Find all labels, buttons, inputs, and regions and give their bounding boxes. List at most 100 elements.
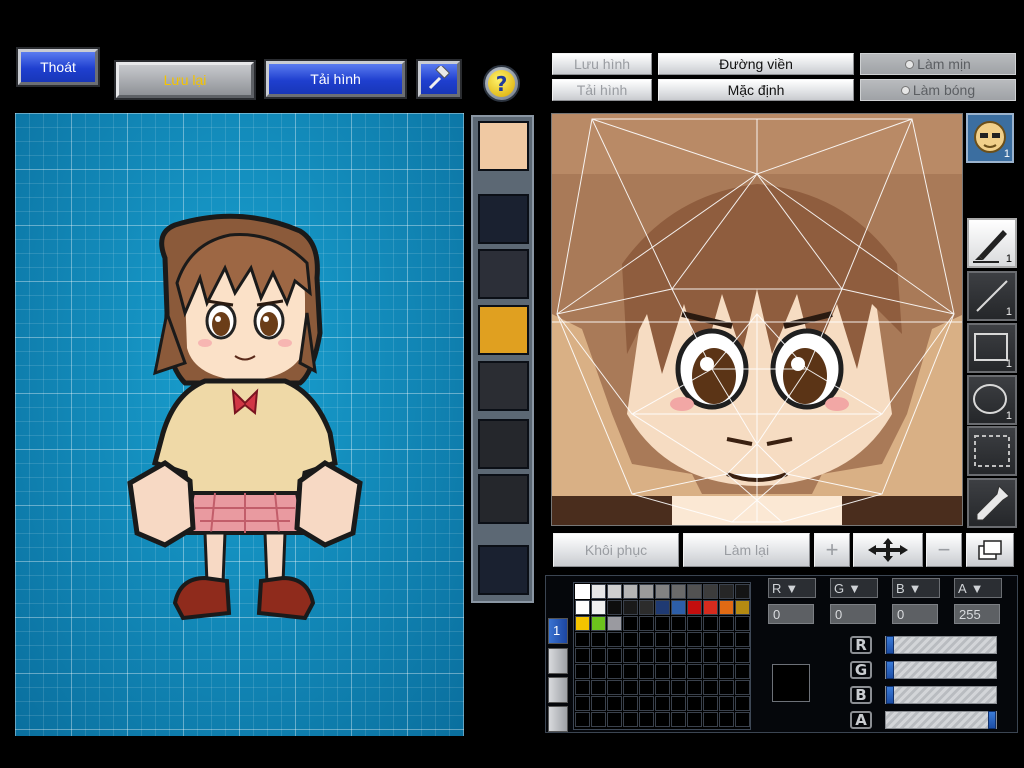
layer-tab-2[interactable] [548,648,568,674]
green-value-field[interactable]: 0 [830,604,876,624]
palette-swatch[interactable] [703,648,718,663]
ellipse-tool[interactable]: 1 [967,375,1017,425]
palette-swatch[interactable] [591,696,606,711]
palette-swatch[interactable] [591,712,606,727]
load-button[interactable]: Tải hình [266,61,405,97]
palette-swatch[interactable] [575,648,590,663]
palette-swatch[interactable] [703,632,718,647]
palette-swatch[interactable] [607,664,622,679]
palette-swatch[interactable] [655,648,670,663]
palette-swatch[interactable] [655,616,670,631]
gloss-toggle[interactable]: Làm bóng [860,79,1016,101]
palette-swatch[interactable] [687,648,702,663]
thumb-empty-2[interactable] [478,545,529,595]
help-button[interactable]: ? [483,65,520,102]
exit-button[interactable]: Thoát [18,49,98,85]
palette-swatch[interactable] [703,616,718,631]
palette-swatch[interactable] [639,584,654,599]
palette-swatch[interactable] [623,648,638,663]
palette-swatch[interactable] [591,664,606,679]
palette-swatch[interactable] [719,680,734,695]
alpha-value-field[interactable]: 255 [954,604,1000,624]
palette-swatch[interactable] [687,632,702,647]
palette-swatch[interactable] [607,648,622,663]
palette-swatch[interactable] [607,584,622,599]
palette-swatch[interactable] [687,712,702,727]
palette-swatch[interactable] [719,664,734,679]
palette-swatch[interactable] [575,680,590,695]
palette-swatch[interactable] [735,680,750,695]
thumb-empty-1[interactable] [478,194,529,244]
palette-swatch[interactable] [607,616,622,631]
palette-swatch[interactable] [719,600,734,615]
default-button[interactable]: Mặc định [658,79,854,101]
palette-swatch[interactable] [719,632,734,647]
palette-swatch[interactable] [655,680,670,695]
palette-swatch[interactable] [671,600,686,615]
palette-swatch[interactable] [639,680,654,695]
zoom-in-button[interactable]: + [814,533,850,567]
palette-swatch[interactable] [591,648,606,663]
palette-swatch[interactable] [639,616,654,631]
palette-swatch[interactable] [623,680,638,695]
alpha-slider-knob[interactable] [988,711,996,729]
palette-swatch[interactable] [639,632,654,647]
palette-swatch[interactable] [671,664,686,679]
palette-swatch[interactable] [703,680,718,695]
load-image-button[interactable]: Tải hình [552,79,652,101]
palette-swatch[interactable] [623,696,638,711]
thumb-wolf[interactable] [478,249,529,299]
thumb-head-dark[interactable] [478,361,529,411]
palette-swatch[interactable] [623,664,638,679]
smooth-toggle[interactable]: Làm mịn [860,53,1016,75]
red-slider-knob[interactable] [886,636,894,654]
palette-swatch[interactable] [575,632,590,647]
palette-swatch[interactable] [623,632,638,647]
palette-swatch[interactable] [735,664,750,679]
palette-swatch[interactable] [687,584,702,599]
palette-swatch[interactable] [719,616,734,631]
palette-swatch[interactable] [639,600,654,615]
palette-swatch[interactable] [639,712,654,727]
texture-canvas[interactable] [551,113,963,526]
palette-swatch[interactable] [655,664,670,679]
select-tool[interactable] [967,426,1017,476]
palette-swatch[interactable] [623,616,638,631]
move-button[interactable] [853,533,923,567]
palette-swatch[interactable] [719,696,734,711]
green-slider[interactable] [885,661,997,679]
palette-swatch[interactable] [735,600,750,615]
layer-tab-3[interactable] [548,677,568,703]
palette-swatch[interactable] [607,632,622,647]
palette-swatch[interactable] [719,712,734,727]
palette-swatch[interactable] [655,712,670,727]
palette-swatch[interactable] [639,648,654,663]
eyedropper-tool[interactable] [967,478,1017,528]
blue-channel-dropdown[interactable]: B ▼ [892,578,940,598]
palette-swatch[interactable] [671,584,686,599]
palette-swatch[interactable] [735,712,750,727]
palette-swatch[interactable] [671,648,686,663]
palette-swatch[interactable] [687,616,702,631]
blue-slider-knob[interactable] [886,686,894,704]
palette-swatch[interactable] [575,712,590,727]
thumb-part-teeth[interactable] [478,474,529,524]
palette-swatch[interactable] [703,600,718,615]
palette-swatch[interactable] [591,632,606,647]
palette-swatch[interactable] [607,680,622,695]
layer-button[interactable] [966,533,1014,567]
palette-swatch[interactable] [591,600,606,615]
palette-swatch[interactable] [623,600,638,615]
palette-swatch[interactable] [703,712,718,727]
palette-swatch[interactable] [703,696,718,711]
palette-swatch[interactable] [671,632,686,647]
palette-swatch[interactable] [575,616,590,631]
palette-swatch[interactable] [623,584,638,599]
restore-button[interactable]: Khôi phục [553,533,679,567]
palette-swatch[interactable] [671,680,686,695]
palette-swatch[interactable] [655,696,670,711]
zoom-out-button[interactable]: − [926,533,962,567]
palette-swatch[interactable] [655,632,670,647]
palette-swatch[interactable] [575,600,590,615]
palette-swatch[interactable] [623,712,638,727]
